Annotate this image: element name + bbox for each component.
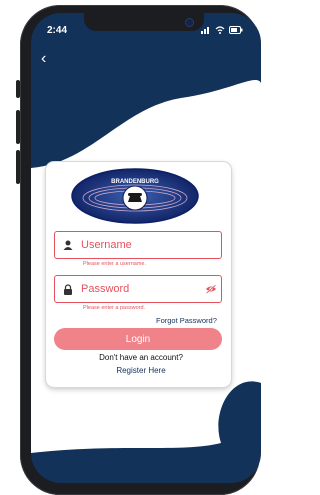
logo-text: BRANDENBURG	[111, 179, 159, 185]
phone-side-button	[16, 110, 20, 144]
password-error: Please enter a password.	[83, 305, 146, 311]
battery-icon	[229, 26, 243, 34]
camera-icon	[186, 19, 193, 26]
login-button[interactable]: Login	[54, 328, 222, 350]
register-link[interactable]: Register Here	[0, 366, 240, 375]
phone-side-button	[16, 150, 20, 184]
signal-icon	[201, 27, 209, 34]
status-time: 2:44	[47, 25, 68, 36]
back-button[interactable]: ‹	[41, 51, 46, 67]
phone-side-button	[16, 80, 20, 98]
status-icons	[201, 26, 243, 34]
no-account-text: Don't have an account?	[99, 353, 183, 362]
eye-off-icon[interactable]	[201, 284, 221, 294]
lock-icon	[55, 283, 81, 295]
password-field[interactable]: Password	[54, 275, 222, 303]
forgot-password-link[interactable]: Forgot Password?	[156, 316, 217, 325]
username-field[interactable]: Username	[54, 231, 222, 259]
username-error: Please enter a username.	[83, 261, 146, 267]
password-input[interactable]: Password	[81, 283, 201, 295]
wifi-icon	[215, 26, 225, 34]
chevron-left-icon: ‹	[41, 50, 47, 67]
person-icon	[55, 240, 81, 250]
brand-logo: BRANDENBURG	[71, 168, 199, 224]
username-input[interactable]: Username	[81, 239, 221, 251]
